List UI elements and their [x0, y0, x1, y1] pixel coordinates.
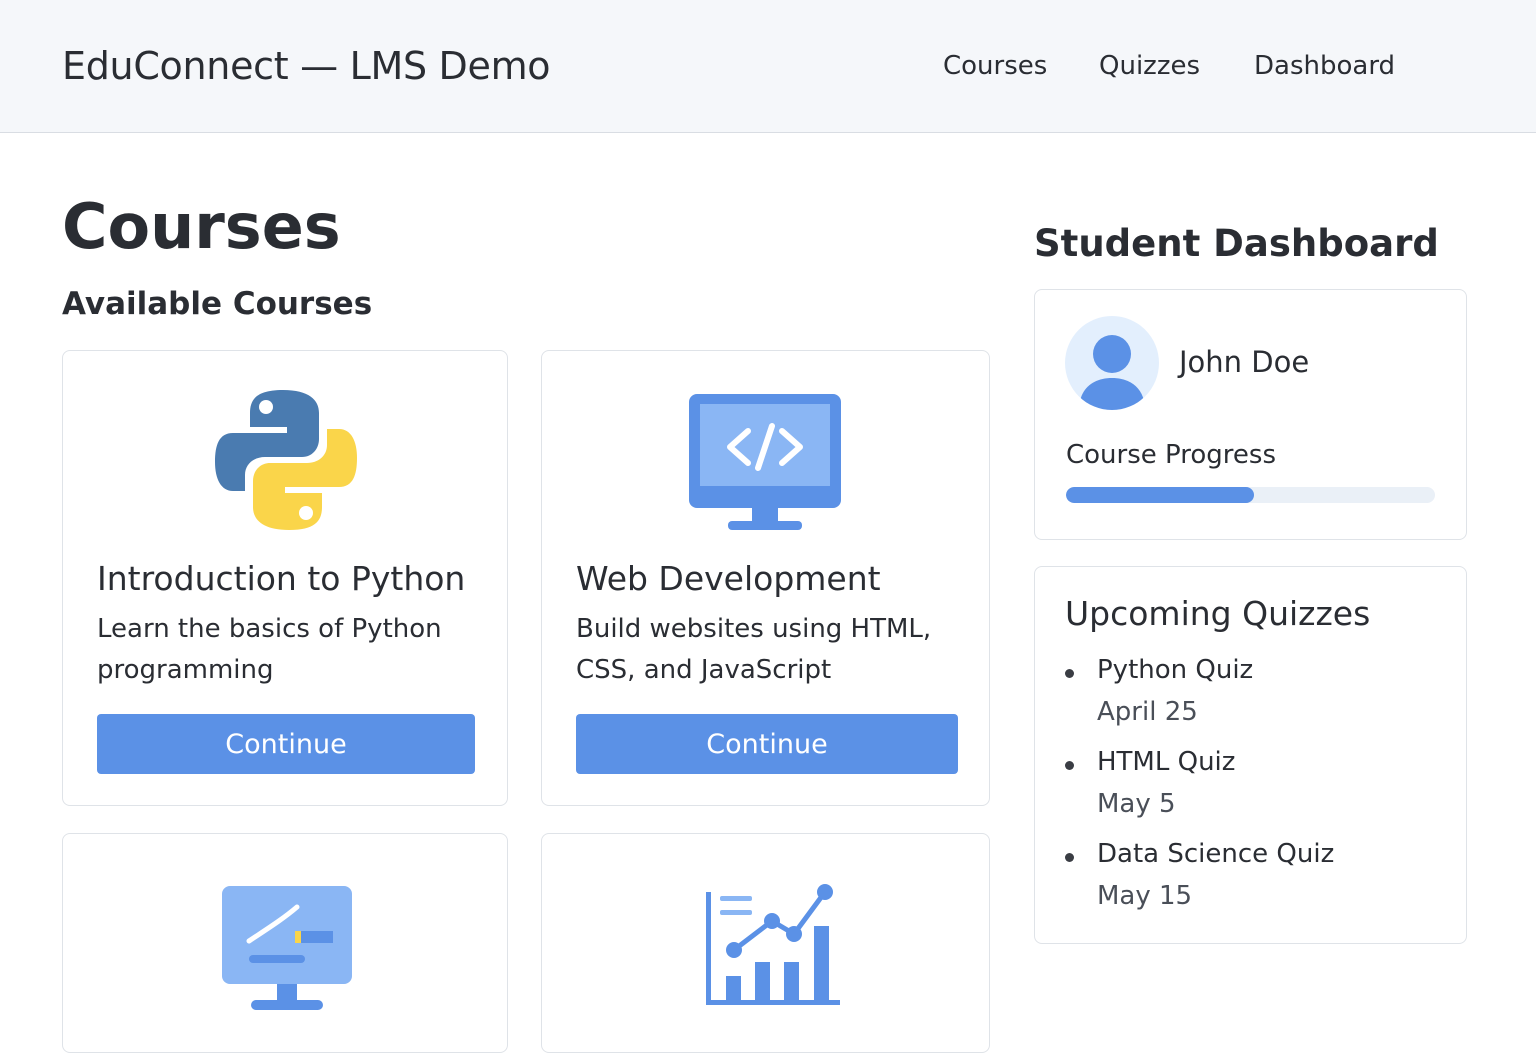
analytics-chart-icon — [704, 884, 844, 1008]
top-header: EduConnect — LMS Demo Courses Quizzes Da… — [0, 0, 1536, 133]
python-logo-icon — [213, 387, 359, 533]
bullet-icon — [1065, 669, 1074, 678]
quiz-date: May 15 — [1097, 881, 1193, 911]
course-card — [62, 833, 508, 1053]
bullet-icon — [1065, 761, 1074, 770]
course-card-python: Introduction to Python Learn the basics … — [62, 350, 508, 806]
whiteboard-monitor-icon — [221, 885, 353, 1013]
student-name: John Doe — [1179, 345, 1310, 379]
bullet-icon — [1065, 853, 1074, 862]
course-progress-bar — [1066, 487, 1435, 503]
progress-fill — [1066, 487, 1255, 503]
user-icon — [1079, 335, 1145, 410]
course-card-web-development: Web Development Build websites using HTM… — [541, 350, 990, 806]
quiz-name: HTML Quiz — [1097, 747, 1236, 777]
quizzes-heading: Upcoming Quizzes — [1065, 594, 1371, 633]
quiz-name: Data Science Quiz — [1097, 839, 1335, 869]
course-description: Build websites using HTML, CSS, and Java… — [576, 614, 932, 685]
course-description: Learn the basics of Python programming — [97, 614, 442, 685]
nav-courses[interactable]: Courses — [943, 51, 1047, 81]
code-monitor-icon — [688, 393, 842, 533]
avatar — [1065, 316, 1159, 410]
quiz-date: May 5 — [1097, 789, 1176, 819]
progress-label: Course Progress — [1066, 440, 1276, 470]
course-title: Web Development — [576, 559, 881, 598]
nav-dashboard[interactable]: Dashboard — [1254, 51, 1395, 81]
dashboard-title: Student Dashboard — [1034, 222, 1439, 265]
quiz-name: Python Quiz — [1097, 655, 1254, 685]
brand-title: EduConnect — LMS Demo — [62, 44, 551, 88]
quiz-date: April 25 — [1097, 697, 1198, 727]
continue-button[interactable]: Continue — [576, 714, 958, 774]
upcoming-quizzes-panel: Upcoming Quizzes Python Quiz April 25 HT… — [1034, 566, 1467, 944]
continue-button[interactable]: Continue — [97, 714, 475, 774]
course-title: Introduction to Python — [97, 559, 466, 598]
page-title: Courses — [62, 190, 341, 263]
nav-quizzes[interactable]: Quizzes — [1099, 51, 1200, 81]
section-title: Available Courses — [62, 286, 373, 322]
course-card — [541, 833, 990, 1053]
student-profile-panel: John Doe Course Progress — [1034, 289, 1467, 540]
